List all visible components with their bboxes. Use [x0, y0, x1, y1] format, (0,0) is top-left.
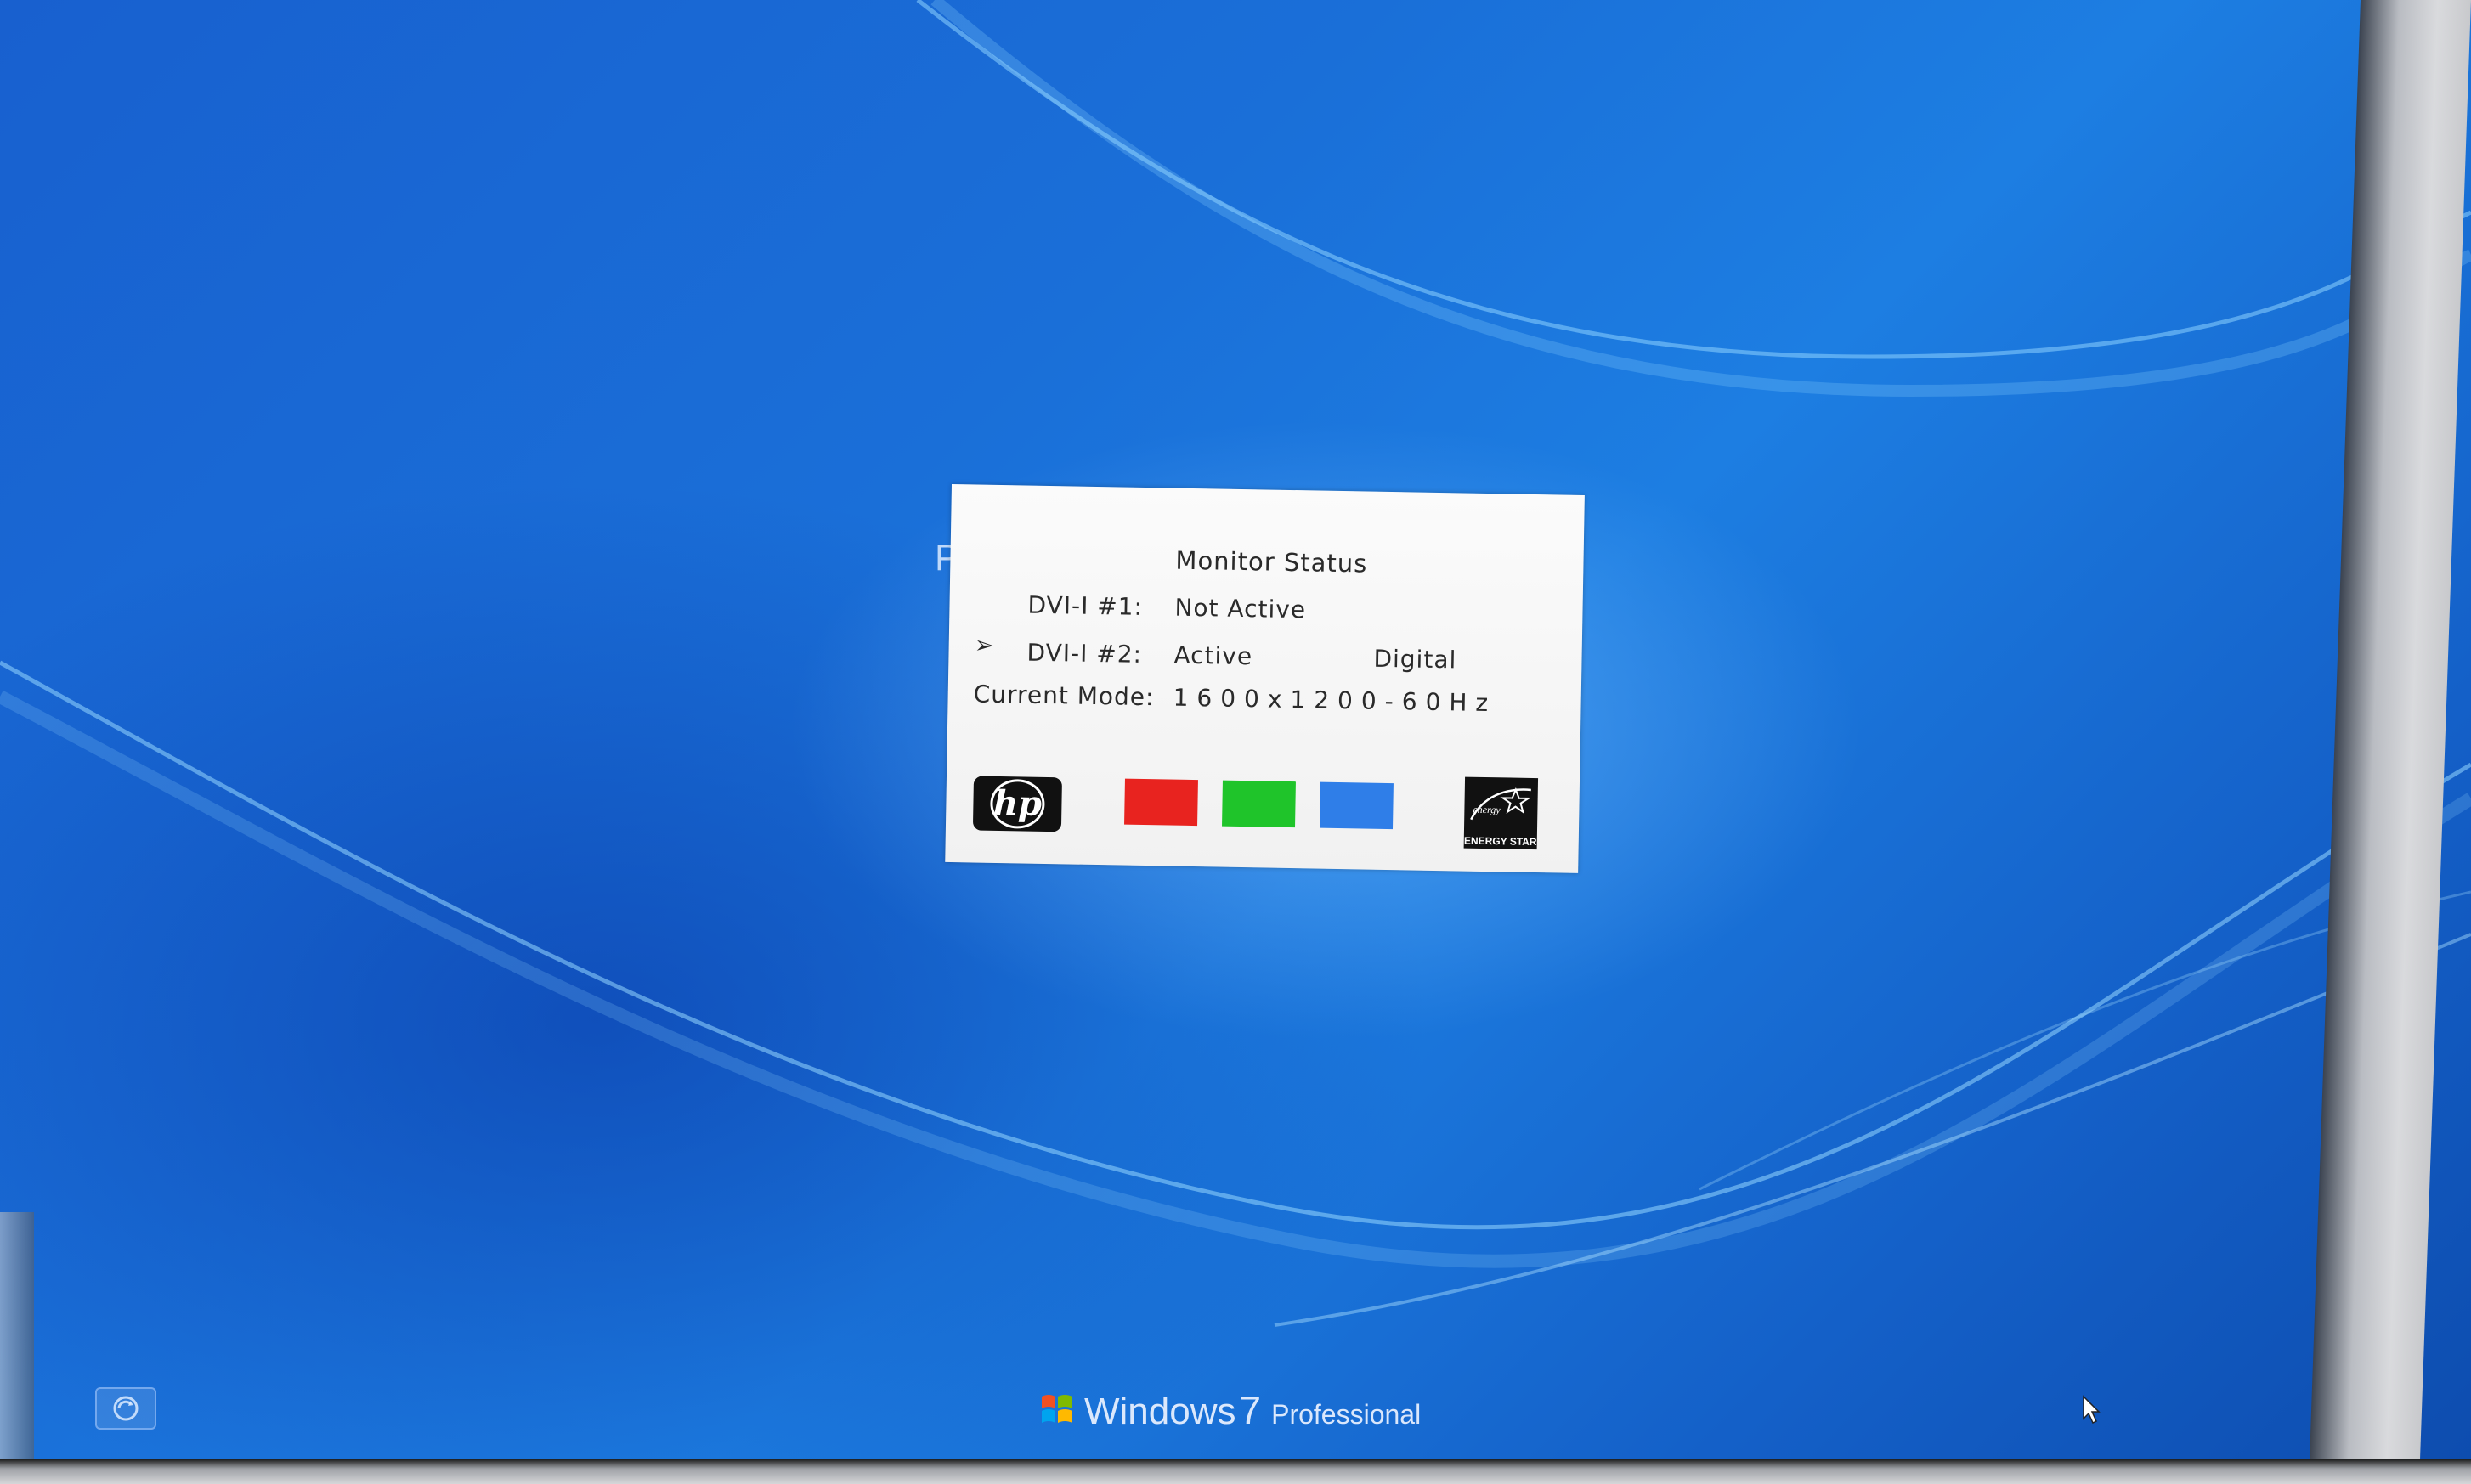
osd-current-mode-value: 1600x1200-60Hz [1173, 683, 1497, 718]
os-version: 7 [1239, 1388, 1262, 1432]
os-name: Windows [1084, 1391, 1236, 1432]
selected-input-arrow-icon: ➢ [974, 630, 996, 659]
windows-branding: Windows 7 Professional [1038, 1386, 1421, 1433]
osd-input-2-signal-type: Digital [1373, 644, 1457, 674]
svg-text:energy: energy [1473, 804, 1501, 816]
monitor-bezel-left [0, 1212, 34, 1484]
red-color-swatch [1124, 778, 1198, 827]
green-color-swatch [1222, 780, 1296, 828]
osd-input-2-status: Active [1173, 640, 1253, 671]
osd-input-1-label: DVI-I #1: [1027, 590, 1144, 621]
ease-of-access-button[interactable] [95, 1387, 156, 1430]
osd-input-2-label: DVI-I #2: [1026, 638, 1143, 669]
blue-color-swatch [1320, 781, 1394, 830]
windows-flag-icon [1042, 1395, 1072, 1423]
monitor-status-osd: Monitor Status DVI-I #1: Not Active ➢ DV… [945, 484, 1585, 873]
hp-logo: hp [972, 776, 1062, 832]
os-edition: Professional [1271, 1399, 1422, 1430]
energy-star-logo: energy ENERGY STAR [1463, 776, 1539, 850]
osd-title: Monitor Status [1175, 545, 1368, 578]
login-screen: P Monitor Status DVI-I #1: Not Active ➢ … [0, 0, 2471, 1484]
mouse-cursor-icon [2083, 1395, 2101, 1425]
osd-current-mode-label: Current Mode: [973, 680, 1155, 712]
ease-of-access-icon [113, 1396, 139, 1421]
osd-input-1-status: Not Active [1174, 593, 1307, 624]
monitor-bezel-bottom [0, 1459, 2471, 1484]
